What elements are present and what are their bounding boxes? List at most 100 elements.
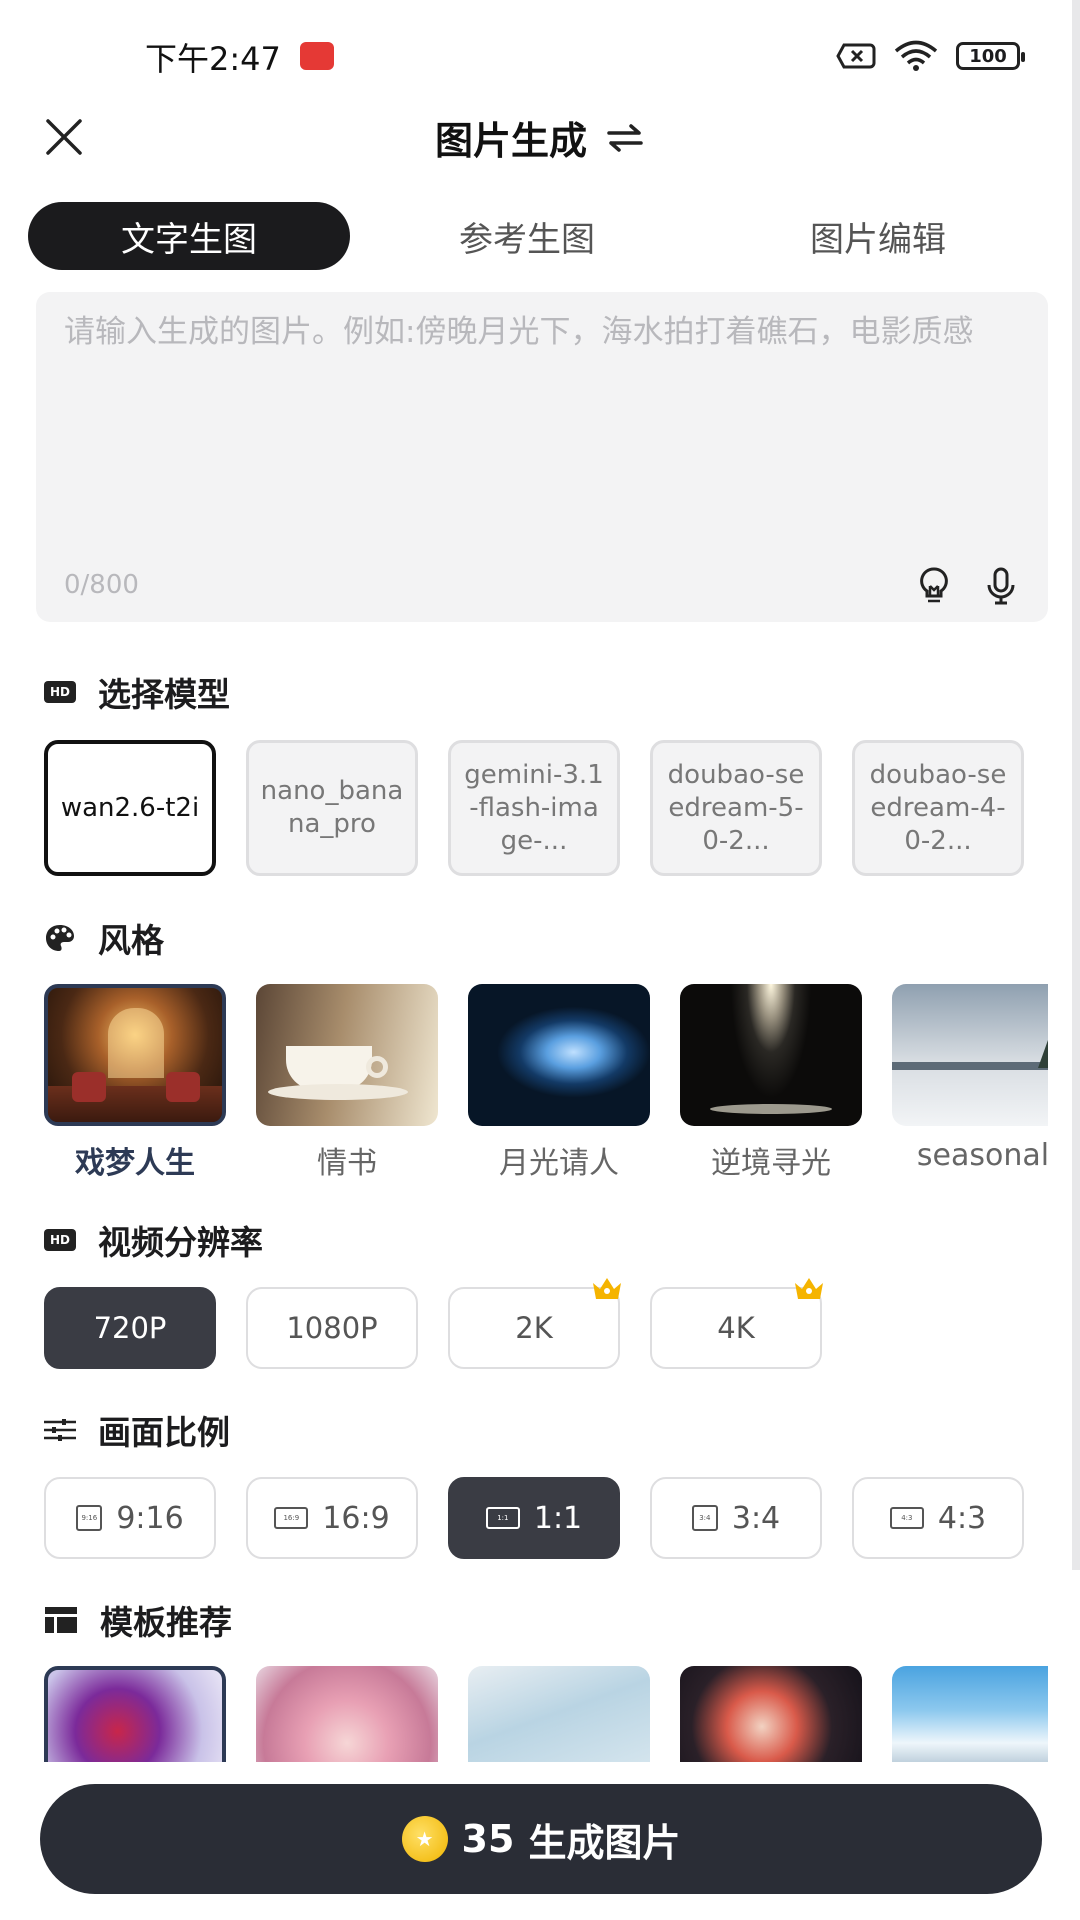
template-thumbnail[interactable] — [892, 1666, 1048, 1766]
layout-icon — [45, 1607, 77, 1633]
ratio-option[interactable]: 4:3 4:3 — [852, 1477, 1024, 1559]
section-resolution-header: HD 视频分辨率 — [44, 1216, 263, 1264]
character-counter: 0/800 — [64, 570, 139, 600]
crown-icon — [593, 1278, 621, 1299]
resolution-label: 4K — [717, 1311, 755, 1345]
template-thumbnail[interactable] — [680, 1666, 862, 1766]
model-option[interactable]: gemini-3.1-flash-image-... — [448, 740, 620, 876]
title-group[interactable]: 图片生成 — [0, 110, 1080, 165]
coin-icon: ★ — [401, 1816, 448, 1862]
ratio-label: 3:4 — [731, 1500, 781, 1536]
model-list: wan2.6-t2i nano_banana_pro gemini-3.1-fl… — [44, 740, 1024, 876]
status-indicators: 100 — [836, 40, 1025, 72]
status-bar: 下午2:47 100 — [0, 0, 1080, 100]
style-list: 戏梦人生 情书 月光请人 逆境寻光 seasonal — [44, 984, 1048, 1184]
section-model-header: HD 选择模型 — [44, 668, 230, 716]
section-title: 风格 — [98, 921, 164, 960]
model-option[interactable]: doubao-seedream-4-0-2... — [852, 740, 1024, 876]
style-label: 月光请人 — [499, 1146, 619, 1181]
style-label: seasonal — [916, 1138, 1048, 1173]
ratio-label: 16:9 — [322, 1500, 390, 1536]
style-thumbnail — [680, 984, 862, 1126]
style-thumbnail — [892, 984, 1048, 1126]
sliders-icon — [44, 1419, 76, 1441]
tab-label: 文字生图 — [121, 219, 257, 260]
page-title: 图片生成 — [434, 119, 587, 163]
ratio-option[interactable]: 1:1 1:1 — [448, 1477, 620, 1559]
battery-indicator: 100 — [956, 42, 1025, 70]
model-option[interactable]: nano_banana_pro — [246, 740, 418, 876]
ratio-option[interactable]: 3:4 3:4 — [650, 1477, 822, 1559]
section-ratio-header: 画面比例 — [44, 1406, 230, 1454]
tab-image-edit[interactable]: 图片编辑 — [704, 202, 1052, 270]
style-label: 情书 — [317, 1146, 377, 1181]
ratio-portrait-icon: 9:16 — [76, 1505, 103, 1531]
section-title: 模板推荐 — [100, 1603, 232, 1642]
style-thumbnail — [468, 984, 650, 1126]
microphone-icon[interactable] — [984, 566, 1018, 606]
tab-reference-image[interactable]: 参考生图 — [350, 202, 704, 270]
header: 图片生成 — [0, 100, 1080, 200]
model-option[interactable]: wan2.6-t2i — [44, 740, 216, 876]
scrollbar[interactable] — [1072, 0, 1080, 1570]
resolution-list: 720P 1080P 2K 4K — [44, 1278, 823, 1369]
section-title: 视频分辨率 — [98, 1223, 263, 1262]
style-option[interactable]: seasonal — [892, 984, 1048, 1184]
notification-app-icon — [300, 42, 334, 70]
style-thumbnail — [44, 984, 226, 1126]
crown-icon — [795, 1278, 823, 1299]
tab-label: 图片编辑 — [810, 219, 946, 260]
hd-icon: HD — [44, 681, 76, 703]
battery-level: 100 — [969, 45, 1007, 67]
resolution-label: 720P — [93, 1311, 167, 1345]
mode-tabs: 文字生图 参考生图 图片编辑 — [28, 202, 1052, 270]
ratio-portrait-icon: 3:4 — [691, 1505, 718, 1531]
prompt-input[interactable]: 请输入生成的图片。例如:傍晚月光下，海水拍打着礁石，电影质感 0/800 — [36, 292, 1048, 622]
tab-text-to-image[interactable]: 文字生图 — [28, 202, 350, 270]
ratio-list: 9:16 9:16 16:9 16:9 1:1 1:1 3:4 3:4 4:3 … — [44, 1477, 1024, 1559]
template-list — [44, 1666, 1048, 1766]
prompt-placeholder: 请输入生成的图片。例如:傍晚月光下，海水拍打着礁石，电影质感 — [64, 314, 974, 350]
lightbulb-icon[interactable] — [916, 566, 952, 606]
style-option[interactable]: 逆境寻光 — [680, 984, 862, 1184]
section-templates-header: 模板推荐 — [44, 1596, 232, 1644]
generate-label: 生成图片 — [528, 1820, 681, 1865]
resolution-option[interactable]: 2K — [448, 1278, 621, 1369]
template-thumbnail[interactable] — [44, 1666, 226, 1766]
ratio-square-icon: 1:1 — [485, 1507, 520, 1529]
ratio-label: 1:1 — [533, 1500, 583, 1536]
style-option[interactable]: 情书 — [256, 984, 438, 1184]
swap-icon[interactable] — [605, 123, 645, 153]
resolution-label: 2K — [515, 1311, 553, 1345]
style-label: 戏梦人生 — [75, 1146, 195, 1181]
resolution-label: 1080P — [286, 1311, 378, 1345]
generate-button[interactable]: ★ 35 生成图片 — [40, 1784, 1042, 1894]
ratio-landscape-icon: 16:9 — [274, 1507, 309, 1529]
resolution-option[interactable]: 1080P — [246, 1287, 418, 1369]
section-title: 选择模型 — [98, 675, 230, 714]
template-thumbnail[interactable] — [256, 1666, 438, 1766]
template-thumbnail[interactable] — [468, 1666, 650, 1766]
section-title: 画面比例 — [98, 1413, 230, 1452]
style-label: 逆境寻光 — [711, 1146, 831, 1181]
section-style-header: 风格 — [44, 914, 164, 962]
no-sim-icon — [836, 43, 876, 69]
style-thumbnail — [256, 984, 438, 1126]
resolution-option[interactable]: 4K — [650, 1278, 823, 1369]
style-option[interactable]: 月光请人 — [468, 984, 650, 1184]
ratio-option[interactable]: 9:16 9:16 — [44, 1477, 216, 1559]
hd-icon: HD — [44, 1229, 76, 1251]
tab-label: 参考生图 — [459, 219, 595, 260]
model-option[interactable]: doubao-seedream-5-0-2... — [650, 740, 822, 876]
ratio-label: 4:3 — [937, 1500, 987, 1536]
wifi-icon — [894, 40, 938, 71]
bottom-action-bar: ★ 35 生成图片 — [0, 1762, 1080, 1920]
resolution-option[interactable]: 720P — [44, 1287, 216, 1369]
ratio-landscape-icon: 4:3 — [889, 1507, 924, 1529]
generate-cost: 35 — [461, 1817, 515, 1861]
status-time: 下午2:47 — [145, 40, 281, 78]
ratio-option[interactable]: 16:9 16:9 — [246, 1477, 418, 1559]
style-option[interactable]: 戏梦人生 — [44, 984, 226, 1184]
ratio-label: 9:16 — [116, 1500, 184, 1536]
palette-icon — [46, 925, 74, 951]
